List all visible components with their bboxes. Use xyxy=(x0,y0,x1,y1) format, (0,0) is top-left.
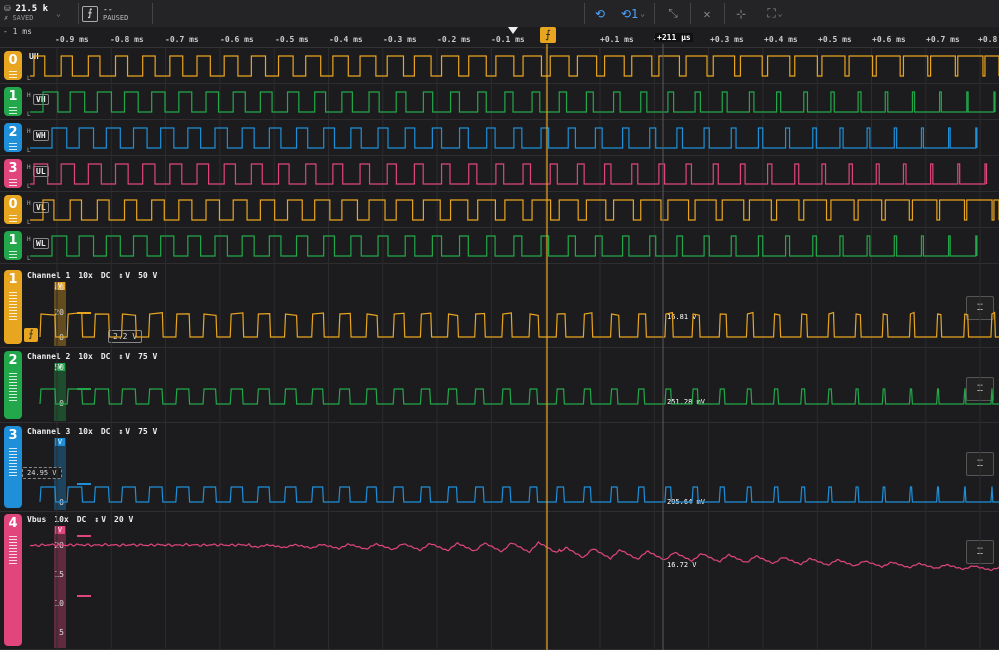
analog-waveform xyxy=(39,486,999,503)
grid-lines xyxy=(56,48,981,650)
waveform-canvas xyxy=(29,44,999,650)
digital-waveform xyxy=(30,235,978,257)
vbus-waveform xyxy=(29,540,999,572)
digital-waveform xyxy=(30,55,999,77)
digital-waveform xyxy=(30,163,988,185)
analog-waveform xyxy=(39,388,999,405)
analog-waveform xyxy=(39,311,999,338)
digital-waveform xyxy=(30,91,996,113)
digital-waveform xyxy=(30,127,978,149)
digital-waveform xyxy=(30,199,999,221)
